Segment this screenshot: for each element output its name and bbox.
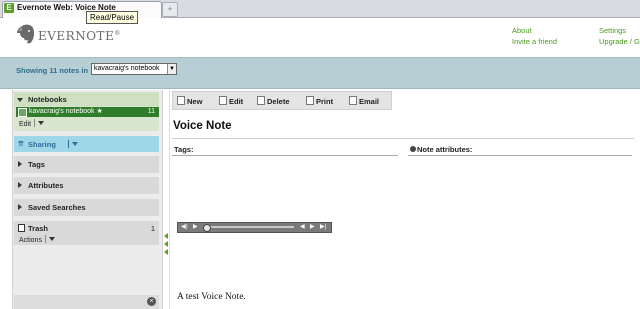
trash-icon xyxy=(18,224,25,232)
audio-progress-track[interactable] xyxy=(204,226,294,228)
upgrade-link[interactable]: Upgrade / G xyxy=(599,37,640,46)
divider xyxy=(172,155,398,156)
delete-icon xyxy=(257,96,265,105)
sidebar-saved-searches-header[interactable]: Saved Searches xyxy=(14,199,159,216)
audio-progress-handle[interactable] xyxy=(203,224,211,232)
expand-triangle-icon xyxy=(18,204,22,210)
sidebar-footer xyxy=(14,295,159,309)
forward-icon[interactable]: ▶ xyxy=(310,224,315,231)
trash-label: Trash xyxy=(28,224,49,233)
note-tags-label: Tags: xyxy=(174,145,194,154)
sidebar-tags-header[interactable]: Tags xyxy=(14,156,159,173)
sidebar-sharing-header[interactable]: ⇈ Sharing xyxy=(14,136,159,152)
notebook-item-label: kavacraig's notebook ★ xyxy=(29,108,103,115)
divider xyxy=(408,155,632,156)
sharing-label: Sharing xyxy=(28,140,56,149)
expand-triangle-icon xyxy=(18,182,22,188)
collapse-arrow-icon xyxy=(164,249,168,255)
expand-triangle-icon xyxy=(17,98,23,102)
notebooks-label: Notebooks xyxy=(28,95,67,104)
notebooks-edit-menu[interactable]: Edit xyxy=(19,119,45,128)
about-link[interactable]: About xyxy=(512,26,532,35)
notebook-select-value: kavacraig's notebook xyxy=(94,65,160,72)
edit-icon xyxy=(219,96,227,105)
tags-label: Tags xyxy=(28,160,45,169)
notebook-item-count: 11 xyxy=(147,108,155,115)
separator xyxy=(68,140,69,148)
audio-player[interactable]: ◀) ▶ ◀ ▶ ▶| xyxy=(177,222,332,233)
skip-end-icon[interactable]: ▶| xyxy=(320,224,326,231)
evernote-favicon-icon: E xyxy=(4,3,14,13)
new-tab-button[interactable]: + xyxy=(162,2,178,17)
saved-searches-label: Saved Searches xyxy=(28,203,86,212)
email-icon xyxy=(349,96,357,105)
chevron-down-icon xyxy=(38,121,45,125)
collapse-arrow-icon xyxy=(164,241,168,247)
edit-note-button[interactable]: Edit xyxy=(219,96,243,106)
note-toolbar: New Edit Delete Print Email xyxy=(172,91,392,110)
divider xyxy=(172,138,634,139)
notebook-select[interactable]: kavacraig's notebook ▼ xyxy=(91,63,177,75)
new-note-button[interactable]: New xyxy=(177,96,202,106)
evernote-elephant-icon xyxy=(17,24,35,44)
print-note-button[interactable]: Print xyxy=(306,96,333,106)
collapse-arrow-icon xyxy=(164,233,168,239)
pane-splitter[interactable] xyxy=(163,90,170,309)
trash-count: 1 xyxy=(150,224,155,233)
actions-label: Actions xyxy=(19,237,42,244)
sidebar-attributes-header[interactable]: Attributes xyxy=(14,177,159,194)
chevron-down-icon xyxy=(48,237,55,241)
expand-triangle-icon xyxy=(18,161,22,167)
settings-link[interactable]: Settings xyxy=(599,26,626,35)
sidebar-trash-header[interactable]: Trash 1 Actions xyxy=(14,221,159,245)
play-icon[interactable]: ▶ xyxy=(193,224,198,231)
volume-icon[interactable]: ◀) xyxy=(181,224,188,231)
attributes-label: Attributes xyxy=(28,181,64,190)
evernote-logo-text: EVERNOTE® xyxy=(38,29,121,43)
close-icon[interactable]: × xyxy=(147,297,156,306)
print-icon xyxy=(306,96,314,105)
delete-note-button[interactable]: Delete xyxy=(257,96,290,106)
note-attributes-toggle[interactable]: Note attributes: xyxy=(410,145,472,154)
email-note-button[interactable]: Email xyxy=(349,96,379,106)
tooltip: Read/Pause xyxy=(86,11,139,24)
edit-label: Edit xyxy=(19,121,32,128)
note-title: Voice Note xyxy=(173,120,232,132)
notebook-icon xyxy=(18,108,27,117)
chevron-down-icon xyxy=(72,142,78,146)
chevron-down-icon: ▼ xyxy=(167,64,176,74)
note-body: A test Voice Note. xyxy=(177,292,246,302)
sidebar-item-notebook[interactable]: kavacraig's notebook ★ 11 xyxy=(16,107,159,117)
new-note-icon xyxy=(177,96,185,105)
sidebar-notebooks-header[interactable]: Notebooks xyxy=(14,92,159,106)
rewind-icon[interactable]: ◀ xyxy=(300,224,305,231)
expand-circle-icon xyxy=(410,146,416,152)
invite-friend-link[interactable]: Invite a friend xyxy=(512,37,557,46)
trash-actions-menu[interactable]: Actions xyxy=(19,235,55,244)
notes-count-label: Showing 11 notes in xyxy=(16,66,89,75)
sharing-icon: ⇈ xyxy=(18,141,24,148)
